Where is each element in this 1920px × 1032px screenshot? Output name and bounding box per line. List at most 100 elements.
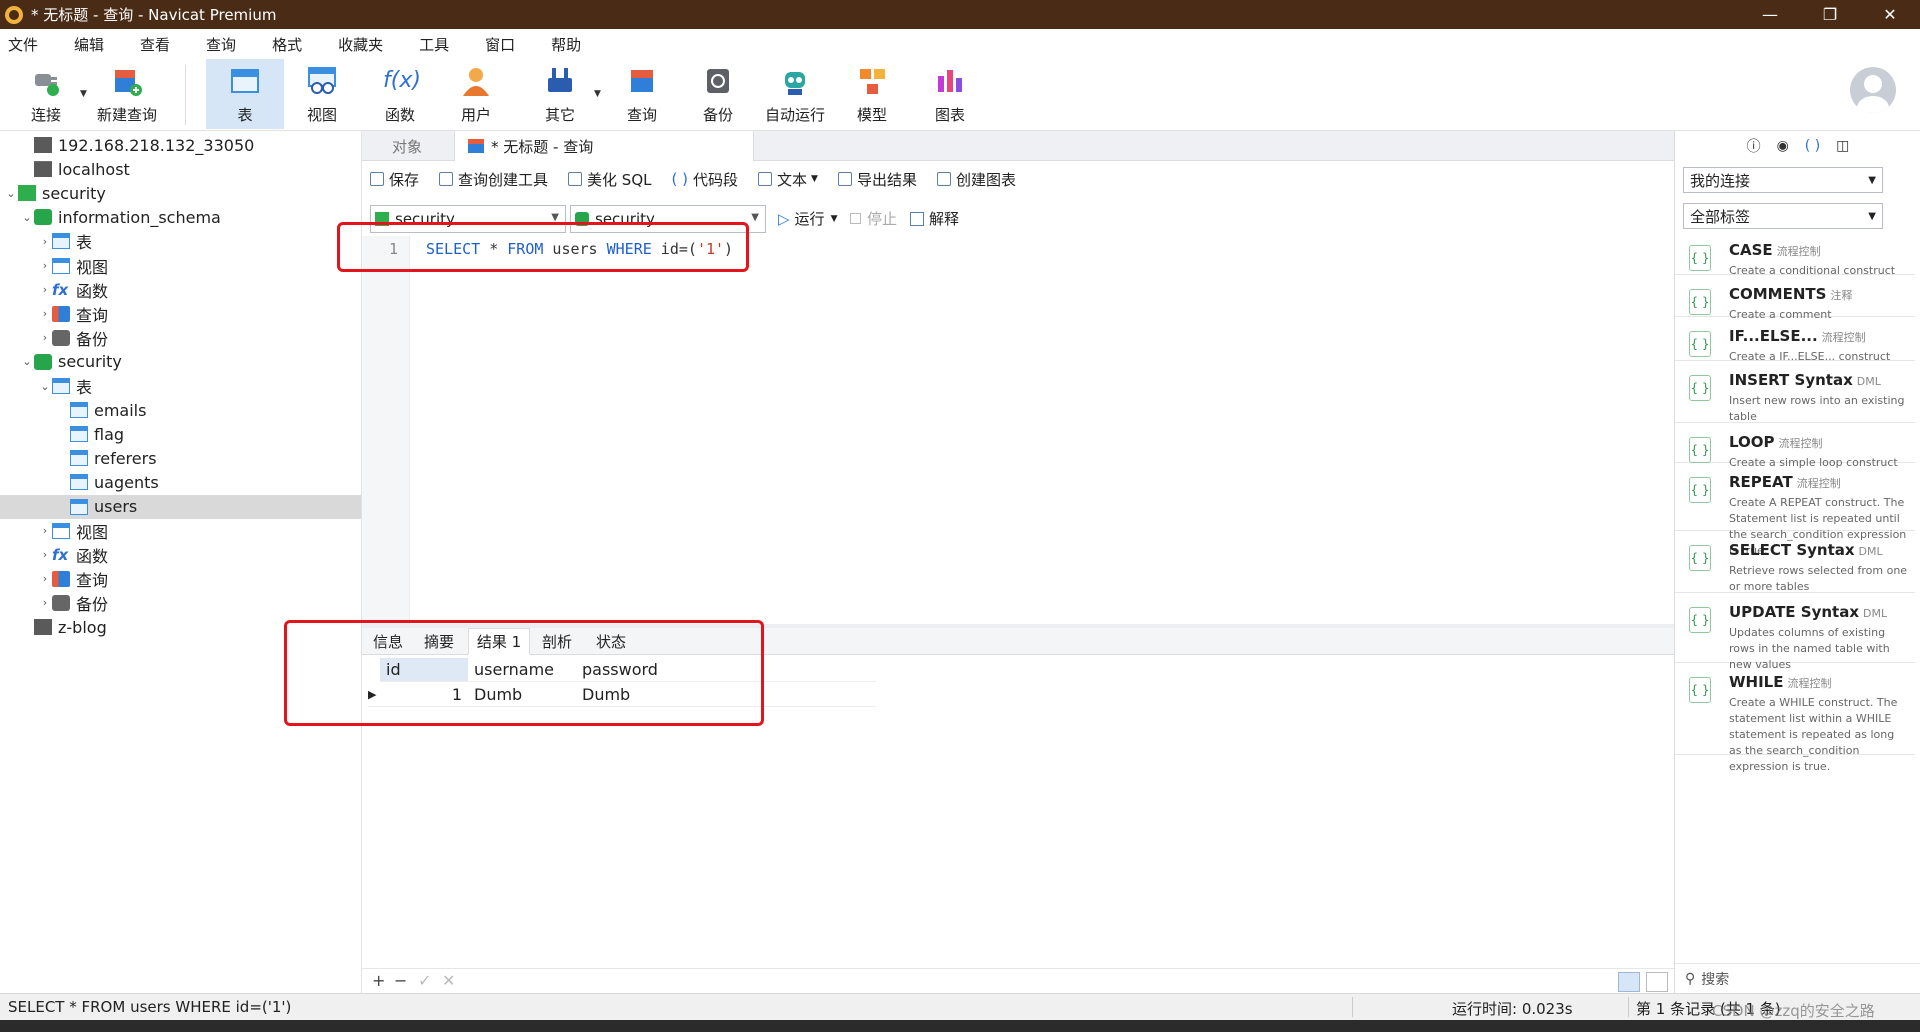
tag-filter-select[interactable]: 全部标签 ▼ [1683,203,1883,229]
explain-button[interactable]: 解释 [910,208,959,229]
table-button[interactable]: 表 [206,59,284,129]
add-record-button[interactable]: + [372,971,385,990]
code-snippet-button[interactable]: ( ) 代码段 [672,169,739,190]
chevron-down-icon[interactable]: ⌄ [20,355,34,368]
other-dropdown-arrow[interactable]: ▼ [594,89,601,99]
chart-button[interactable]: 图表 [920,59,980,129]
query-button[interactable]: 查询 [612,59,672,129]
tree-item[interactable]: ⌄ security [0,181,361,205]
run-button[interactable]: ▷ 运行 ▼ [778,208,837,229]
menu-view[interactable]: 查看 [132,34,186,55]
backup-button[interactable]: 备份 [688,59,748,129]
model-button[interactable]: 模型 [842,59,902,129]
tree-item[interactable]: › fx 函数 [0,543,361,567]
maximize-button[interactable]: ❐ [1800,0,1860,29]
stop-icon [850,213,861,224]
chevron-down-icon[interactable]: ⌄ [38,380,52,393]
code-snippet-icon[interactable]: ( ) [1805,138,1820,154]
plug-icon [29,64,63,98]
tree-item[interactable]: referers [0,446,361,470]
tree-item[interactable]: › 备份 [0,326,361,350]
chevron-right-icon[interactable]: › [38,259,52,272]
other-button[interactable]: 其它 [530,59,590,129]
connect-button[interactable]: 连接 [18,59,74,129]
tree-item[interactable]: › 视图 [0,519,361,543]
chevron-right-icon[interactable]: › [38,548,52,561]
tree-item[interactable]: ⌄ security [0,350,361,374]
object-icon[interactable]: ◉ [1777,138,1789,154]
chevron-down-icon[interactable]: ⌄ [20,211,34,224]
snippet-item[interactable]: { } CASE 流程控制 Create a conditional construc… [1675,231,1915,277]
tree-item[interactable]: › 备份 [0,591,361,615]
chevron-right-icon[interactable]: › [38,596,52,609]
save-button[interactable]: 保存 [370,169,419,190]
sql-editor[interactable]: 1 SELECT * FROM users WHERE id=('1') [362,236,1674,626]
tree-item[interactable]: › 表 [0,229,361,253]
snippet-search-input[interactable]: ⚲ 搜索 [1675,963,1920,993]
snippet-item[interactable]: { } UPDATE Syntax DML Updates columns of ex… [1675,593,1915,671]
menu-edit[interactable]: 编辑 [66,34,120,55]
view-button[interactable]: 视图 [292,59,352,129]
tree-item[interactable]: ⌄ 表 [0,374,361,398]
close-button[interactable]: ✕ [1860,0,1920,29]
text-dropdown-arrow[interactable]: ▼ [811,174,818,184]
snippet-item[interactable]: { } IF...ELSE... 流程控制 Create a IF...ELSE...… [1675,317,1915,363]
connect-dropdown-arrow[interactable]: ▼ [80,89,87,99]
run-dropdown-arrow[interactable]: ▼ [831,214,838,224]
tree-item[interactable]: users [0,494,361,519]
user-button[interactable]: 用户 [446,59,506,129]
export-result-button[interactable]: 导出结果 [837,169,917,190]
menu-file[interactable]: 文件 [0,34,54,55]
snippet-item[interactable]: { } INSERT Syntax DML Insert new rows into … [1675,361,1915,423]
chevron-right-icon[interactable]: › [38,331,52,344]
beautify-sql-button[interactable]: 美化 SQL [568,169,652,190]
snippet-item[interactable]: { } LOOP 流程控制 Create a simple loop construc… [1675,423,1915,469]
minimize-button[interactable]: — [1740,0,1800,29]
tree-item[interactable]: › 查询 [0,567,361,591]
query-builder-button[interactable]: 查询创建工具 [439,169,548,190]
tab-objects[interactable]: 对象 [362,131,452,161]
menu-favorites[interactable]: 收藏夹 [330,34,399,55]
chevron-down-icon[interactable]: ⌄ [4,187,18,200]
new-query-button[interactable]: 新建查询 [92,59,162,129]
menu-window[interactable]: 窗口 [477,34,531,55]
tree-item[interactable]: ⌄ information_schema [0,205,361,229]
form-view-icon[interactable] [1646,972,1668,992]
chevron-right-icon[interactable]: › [38,235,52,248]
menu-tools[interactable]: 工具 [411,34,465,55]
tree-item[interactable]: uagents [0,470,361,494]
text-button[interactable]: 文本 ▼ [758,169,818,190]
delete-record-button[interactable]: − [394,971,407,990]
discard-changes-button[interactable]: ✕ [442,971,455,990]
menu-query[interactable]: 查询 [198,34,252,55]
tree-item[interactable]: › 视图 [0,254,361,278]
tree-item[interactable]: emails [0,398,361,422]
tree-item[interactable]: › 查询 [0,302,361,326]
snippet-item[interactable]: { } REPEAT 流程控制 Create A REPEAT construct. … [1675,463,1915,557]
function-button[interactable]: f(x) 函数 [370,59,430,129]
autorun-button[interactable]: 自动运行 [762,59,828,129]
tree-item[interactable]: 192.168.218.132_33050 [0,133,361,157]
layout-icon[interactable]: ◫ [1836,138,1849,154]
snippet-item[interactable]: { } COMMENTS 注释 Create a comment [1675,275,1915,321]
tree-item[interactable]: › fx 函数 [0,278,361,302]
chevron-right-icon[interactable]: › [38,524,52,537]
tab-query[interactable]: * 无标题 - 查询 [454,131,754,161]
menu-format[interactable]: 格式 [264,34,318,55]
snippet-item[interactable]: { } SELECT Syntax DML Retrieve rows selecte… [1675,531,1915,593]
create-chart-button[interactable]: 创建图表 [936,169,1016,190]
chevron-right-icon[interactable]: › [38,572,52,585]
chevron-right-icon[interactable]: › [38,283,52,296]
apply-changes-button[interactable]: ✓ [418,971,431,990]
tree-item[interactable]: flag [0,422,361,446]
snippet-item[interactable]: { } WHILE 流程控制 Create a WHILE construct. Th… [1675,663,1915,773]
chevron-right-icon[interactable]: › [38,307,52,320]
connection-filter-select[interactable]: 我的连接 ▼ [1683,167,1883,193]
info-icon[interactable]: ⓘ [1747,136,1761,156]
grid-view-icon[interactable] [1618,972,1640,992]
menu-help[interactable]: 帮助 [543,34,597,55]
user-avatar[interactable] [1850,67,1896,113]
snippet-search-placeholder: 搜索 [1701,971,1730,988]
tree-item[interactable]: localhost [0,157,361,181]
stop-button[interactable]: 停止 [850,208,897,229]
